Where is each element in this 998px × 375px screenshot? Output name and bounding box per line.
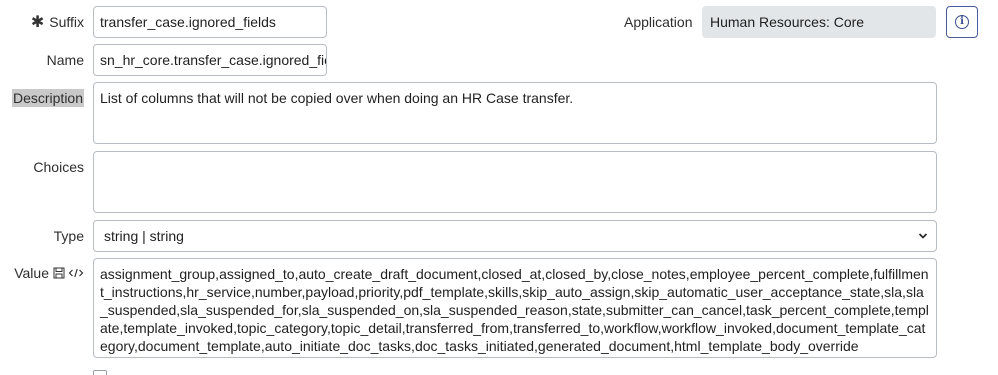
info-button[interactable]: i bbox=[946, 6, 978, 38]
type-label: Type bbox=[54, 226, 84, 246]
info-icon: i bbox=[955, 15, 969, 29]
suffix-input[interactable]: transfer_case.ignored_fields bbox=[93, 6, 327, 38]
value-icons bbox=[53, 267, 84, 279]
description-value: List of columns that will not be copied … bbox=[100, 90, 574, 106]
value-label: Value bbox=[14, 263, 84, 283]
description-label: Description bbox=[11, 88, 84, 108]
suffix-label-text: Suffix bbox=[49, 14, 84, 30]
application-field: Human Resources: Core bbox=[702, 6, 936, 38]
checkbox[interactable] bbox=[93, 370, 107, 375]
name-value: sn_hr_core.transfer_case.ignored_fiel bbox=[100, 52, 327, 68]
application-label: Application bbox=[624, 14, 693, 30]
suffix-label: ✱ Suffix bbox=[31, 12, 84, 32]
chevron-down-icon bbox=[918, 233, 928, 239]
suffix-value: transfer_case.ignored_fields bbox=[100, 14, 276, 30]
save-icon[interactable] bbox=[53, 267, 65, 279]
value-label-text: Value bbox=[14, 265, 49, 281]
application-value: Human Resources: Core bbox=[710, 14, 865, 30]
value-textarea[interactable]: assignment_group,assigned_to,auto_create… bbox=[93, 258, 937, 358]
description-textarea[interactable]: List of columns that will not be copied … bbox=[93, 82, 937, 144]
choices-label-text: Choices bbox=[33, 159, 84, 175]
type-select[interactable]: string | string bbox=[93, 220, 937, 252]
value-text: assignment_group,assigned_to,auto_create… bbox=[100, 266, 929, 354]
system-property-form: ✱ Suffix transfer_case.ignored_fields Ap… bbox=[0, 0, 998, 375]
name-input[interactable]: sn_hr_core.transfer_case.ignored_fiel bbox=[93, 44, 327, 76]
type-value: string | string bbox=[104, 228, 184, 244]
code-icon[interactable] bbox=[68, 267, 84, 279]
name-label: Name bbox=[47, 50, 84, 70]
description-label-text: Description bbox=[11, 89, 84, 107]
name-label-text: Name bbox=[46, 52, 84, 68]
choices-textarea[interactable] bbox=[93, 151, 937, 213]
type-label-text: Type bbox=[53, 228, 84, 244]
asterisk-icon: ✱ bbox=[30, 14, 45, 31]
choices-label: Choices bbox=[33, 157, 84, 177]
